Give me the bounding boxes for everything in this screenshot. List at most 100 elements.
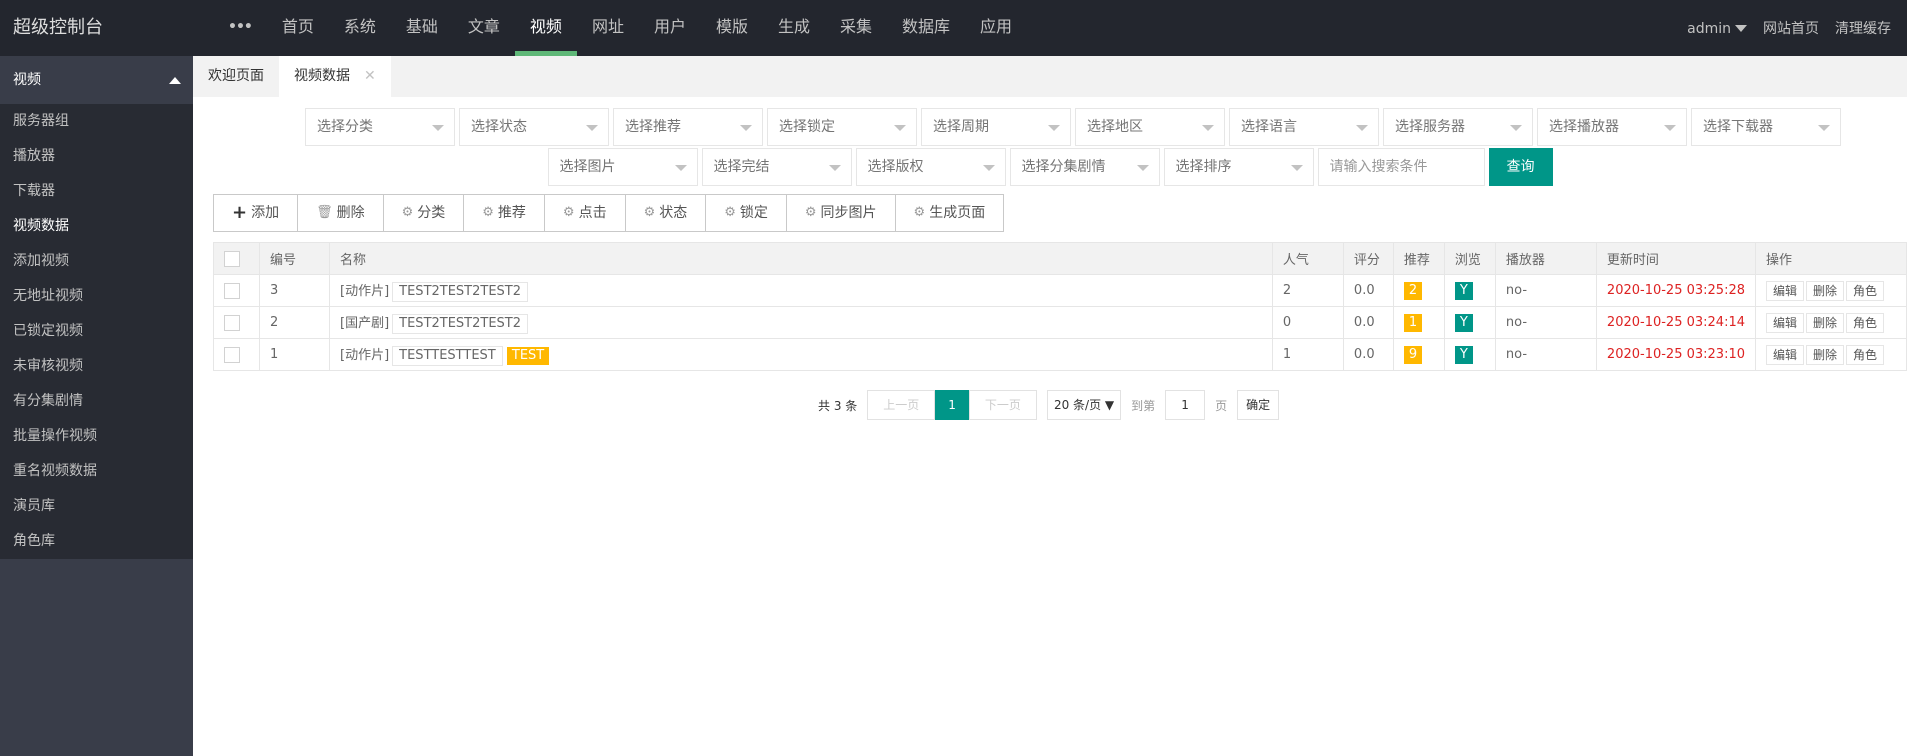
view-badge[interactable]: Y [1454,313,1473,332]
row-checkbox[interactable] [224,346,240,363]
col-recommend[interactable]: 推荐 [1392,242,1445,275]
goto-confirm-button[interactable]: 确定 [1237,390,1280,420]
gear-icon: ⚙ [562,205,575,220]
role-button[interactable]: 角色 [1846,312,1885,333]
sidebar-item-roles[interactable]: 角色库 [0,524,193,559]
row-checkbox[interactable] [224,282,240,299]
tab-video-data[interactable]: 视频数据 ✕ [279,56,391,97]
sidebar-item-actors[interactable]: 演员库 [0,489,193,524]
site-home-link[interactable]: 网站首页 [1763,18,1819,38]
select-finished[interactable]: 选择完结 [701,148,852,186]
add-button[interactable]: + 添加 [214,195,299,231]
col-id[interactable]: 编号 [259,242,330,275]
tab-welcome[interactable]: 欢迎页面 [193,56,279,97]
select-lock[interactable]: 选择锁定 [767,108,917,146]
col-actions: 操作 [1755,242,1907,275]
sidebar-item-add-video[interactable]: 添加视频 [0,244,193,279]
delete-row-button[interactable]: 删除 [1806,344,1845,365]
sidebar-item-episode-plot[interactable]: 有分集剧情 [0,384,193,419]
sidebar-item-unreviewed-video[interactable]: 未审核视频 [0,349,193,384]
nav-item-template[interactable]: 模版 [701,0,763,56]
view-badge[interactable]: Y [1454,281,1473,300]
delete-row-button[interactable]: 删除 [1806,312,1845,333]
select-all-checkbox[interactable] [224,250,240,267]
sidebar-item-locked-video[interactable]: 已锁定视频 [0,314,193,349]
more-icon[interactable]: ••• [228,0,267,56]
next-page-button[interactable]: 下一页 [968,390,1037,420]
recommend-badge[interactable]: 2 [1403,281,1423,300]
hits-button[interactable]: ⚙ 点击 [544,195,626,231]
tab-bar: 欢迎页面 视频数据 ✕ [193,56,1907,97]
close-icon[interactable]: ✕ [364,68,376,84]
nav-item-video[interactable]: 视频 [514,0,577,56]
role-button[interactable]: 角色 [1846,280,1885,301]
nav-item-generate[interactable]: 生成 [763,0,825,56]
row-hits: 2 [1271,274,1344,307]
edit-button[interactable]: 编辑 [1766,312,1805,333]
nav-item-collect[interactable]: 采集 [825,0,887,56]
goto-page-input[interactable]: 1 [1165,390,1206,420]
col-view[interactable]: 浏览 [1443,242,1496,275]
select-language[interactable]: 选择语言 [1229,108,1379,146]
col-update-time[interactable]: 更新时间 [1595,242,1757,275]
status-button[interactable]: ⚙ 状态 [625,195,707,231]
nav-item-basic[interactable]: 基础 [391,0,453,56]
recommend-badge[interactable]: 1 [1403,313,1423,332]
user-menu[interactable]: admin [1687,19,1747,37]
category-button[interactable]: ⚙ 分类 [383,195,465,231]
select-region[interactable]: 选择地区 [1075,108,1225,146]
select-category[interactable]: 选择分类 [305,108,455,146]
select-downloader[interactable]: 选择下载器 [1691,108,1841,146]
row-name[interactable]: TEST2TEST2TEST2 [392,281,529,302]
delete-button[interactable]: 🗑 删除 [298,195,384,231]
col-score[interactable]: 评分 [1342,242,1394,275]
lock-button[interactable]: ⚙ 锁定 [706,195,787,231]
delete-row-button[interactable]: 删除 [1806,280,1845,301]
nav-item-user[interactable]: 用户 [639,0,701,56]
nav-item-home[interactable]: 首页 [267,0,329,56]
page-1-button[interactable]: 1 [935,390,969,420]
row-name[interactable]: TESTTESTTEST [392,345,503,366]
nav-item-url[interactable]: 网址 [577,0,639,56]
sidebar-item-player[interactable]: 播放器 [0,139,193,174]
sidebar-item-batch-video[interactable]: 批量操作视频 [0,419,193,454]
edit-button[interactable]: 编辑 [1766,344,1805,365]
select-image[interactable]: 选择图片 [547,148,698,186]
prev-page-button[interactable]: 上一页 [867,390,936,420]
nav-item-system[interactable]: 系统 [329,0,391,56]
sidebar-group-video[interactable]: 视频 [0,56,193,104]
sidebar-item-no-url-video[interactable]: 无地址视频 [0,279,193,314]
generate-page-button[interactable]: ⚙ 生成页面 [895,195,1004,231]
row-checkbox[interactable] [224,314,240,331]
select-recommend[interactable]: 选择推荐 [613,108,763,146]
select-copyright[interactable]: 选择版权 [855,148,1006,186]
select-server[interactable]: 选择服务器 [1383,108,1533,146]
col-hits[interactable]: 人气 [1271,242,1344,275]
row-name[interactable]: TEST2TEST2TEST2 [392,313,529,334]
sidebar-item-downloader[interactable]: 下载器 [0,174,193,209]
select-episode-plot[interactable]: 选择分集剧情 [1009,148,1160,186]
col-name[interactable]: 名称 [329,242,1273,275]
role-button[interactable]: 角色 [1846,344,1885,365]
nav-item-database[interactable]: 数据库 [887,0,965,56]
nav-item-article[interactable]: 文章 [453,0,515,56]
search-input[interactable]: 请输入搜索条件 [1317,148,1485,186]
select-status[interactable]: 选择状态 [459,108,609,146]
recommend-badge[interactable]: 9 [1403,345,1423,364]
sync-images-button[interactable]: ⚙ 同步图片 [786,195,896,231]
sidebar-item-server-group[interactable]: 服务器组 [0,104,193,139]
clear-cache-link[interactable]: 清理缓存 [1835,18,1891,38]
select-period[interactable]: 选择周期 [921,108,1071,146]
select-player[interactable]: 选择播放器 [1537,108,1687,146]
sidebar-item-duplicate-video[interactable]: 重名视频数据 [0,454,193,489]
sidebar-item-video-data[interactable]: 视频数据 [0,209,193,244]
select-sort[interactable]: 选择排序 [1163,148,1314,186]
pagination: 共 3 条 上一页 1 下一页 20 条/页 ▼ 到第 1 页 确定 [818,390,1280,420]
recommend-button[interactable]: ⚙ 推荐 [464,195,545,231]
page-size-select[interactable]: 20 条/页 ▼ [1046,390,1122,420]
edit-button[interactable]: 编辑 [1766,280,1805,301]
nav-item-apps[interactable]: 应用 [965,0,1027,56]
view-badge[interactable]: Y [1454,345,1473,364]
query-button[interactable]: 查询 [1488,148,1553,186]
col-player[interactable]: 播放器 [1494,242,1597,275]
